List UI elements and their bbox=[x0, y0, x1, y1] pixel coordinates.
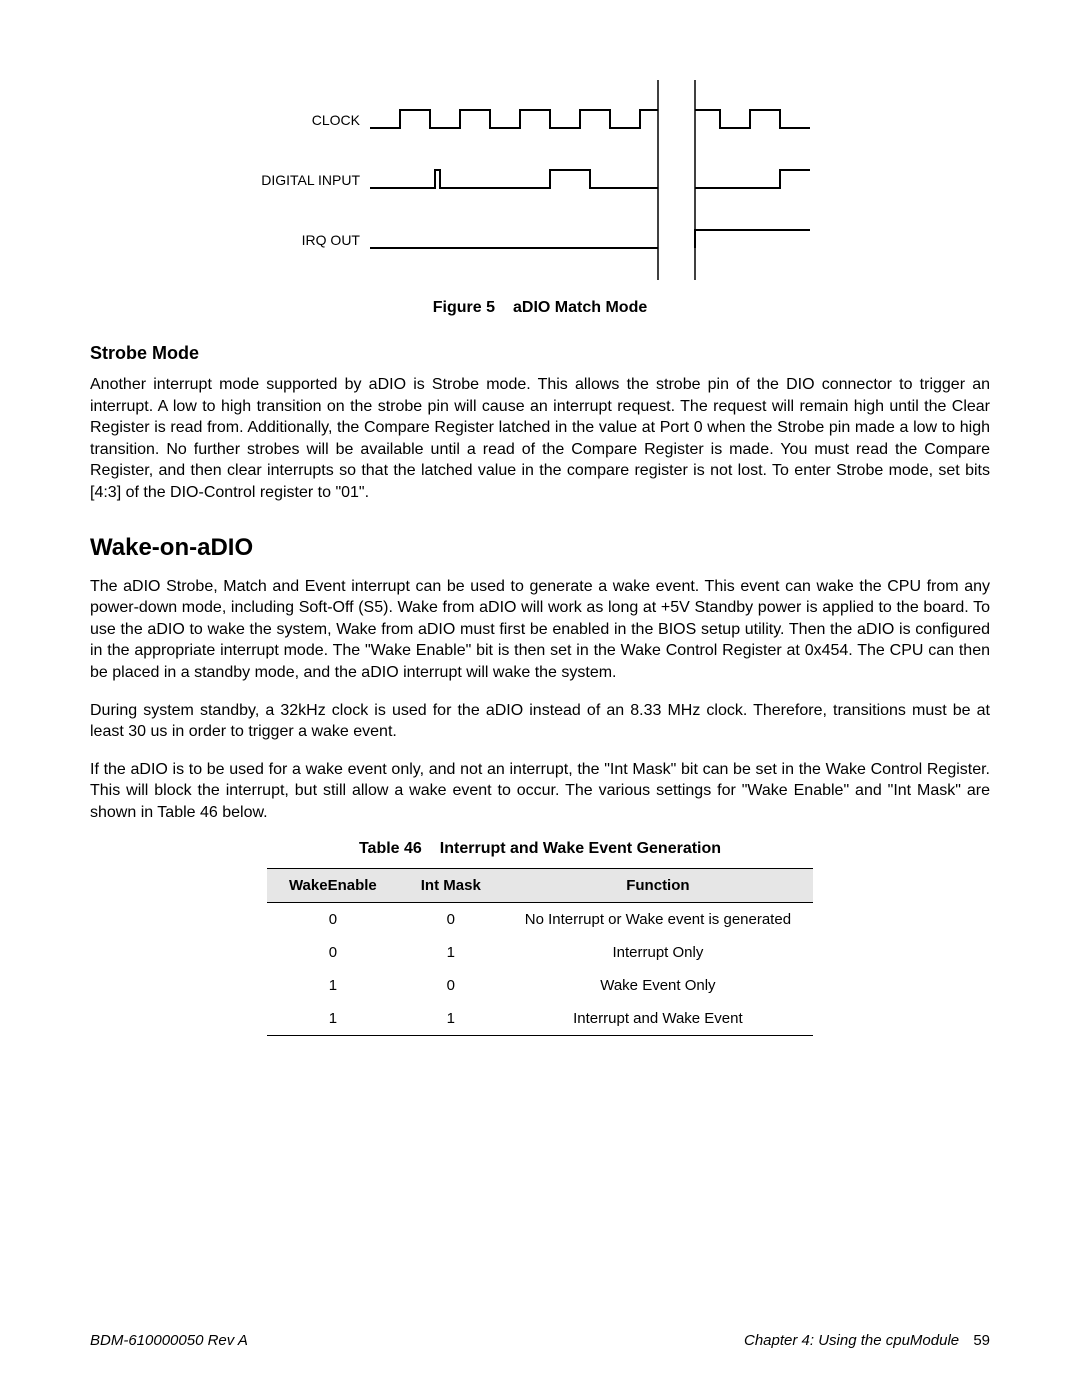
figure-title: aDIO Match Mode bbox=[513, 299, 647, 316]
signal-label-irq-out: IRQ OUT bbox=[302, 232, 361, 248]
table-interrupt-wake: WakeEnable Int Mask Function 0 0 No Inte… bbox=[267, 868, 813, 1036]
table-title: Interrupt and Wake Event Generation bbox=[440, 840, 721, 857]
timing-diagram: CLOCK DIGITAL INPUT IRQ OUT bbox=[90, 80, 990, 299]
table-row: 0 0 No Interrupt or Wake event is genera… bbox=[267, 902, 813, 936]
table-header-function: Function bbox=[503, 868, 813, 902]
table-row: 1 0 Wake Event Only bbox=[267, 969, 813, 1002]
para-wake-1: The aDIO Strobe, Match and Event interru… bbox=[90, 576, 990, 684]
table-row: 1 1 Interrupt and Wake Event bbox=[267, 1002, 813, 1036]
page-footer: BDM-610000050 Rev A Chapter 4: Using the… bbox=[90, 1332, 990, 1349]
table-caption: Table 46 Interrupt and Wake Event Generat… bbox=[90, 840, 990, 858]
para-wake-3: If the aDIO is to be used for a wake eve… bbox=[90, 759, 990, 824]
para-strobe-mode: Another interrupt mode supported by aDIO… bbox=[90, 374, 990, 504]
table-label: Table 46 bbox=[359, 840, 422, 857]
heading-strobe-mode: Strobe Mode bbox=[90, 343, 990, 364]
table-header-wakeenable: WakeEnable bbox=[267, 868, 399, 902]
heading-wake-on-adio: Wake-on-aDIO bbox=[90, 534, 990, 562]
signal-label-clock: CLOCK bbox=[312, 112, 361, 128]
figure-label: Figure 5 bbox=[433, 299, 495, 316]
signal-label-digital-input: DIGITAL INPUT bbox=[261, 172, 360, 188]
table-header-intmask: Int Mask bbox=[399, 868, 503, 902]
footer-page-number: 59 bbox=[973, 1332, 990, 1349]
footer-doc-id: BDM-610000050 Rev A bbox=[90, 1332, 248, 1349]
para-wake-2: During system standby, a 32kHz clock is … bbox=[90, 700, 990, 743]
figure-caption: Figure 5 aDIO Match Mode bbox=[90, 299, 990, 317]
footer-chapter: Chapter 4: Using the cpuModule bbox=[744, 1332, 959, 1349]
table-row: 0 1 Interrupt Only bbox=[267, 936, 813, 969]
